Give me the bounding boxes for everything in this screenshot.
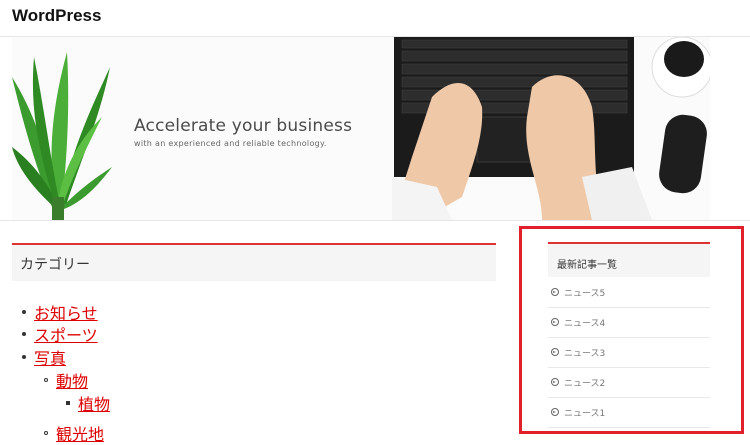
category-heading-box: カテゴリー (12, 243, 496, 281)
bullet-icon (22, 355, 26, 359)
recent-post-item[interactable]: ニュース1 (548, 397, 710, 428)
recent-post-label: ニュース1 (564, 408, 606, 419)
bullet-icon (44, 431, 48, 435)
bullet-icon (44, 378, 48, 382)
recent-post-label: ニュース3 (564, 348, 606, 359)
site-title-link[interactable]: WordPress (12, 6, 101, 26)
recent-posts-widget: 最新記事一覧 ニュース5 ニュース4 ニュース3 ニュース2 ニュース1 (548, 242, 710, 428)
widget-heading-box: 最新記事一覧 (548, 242, 710, 277)
arrow-circle-icon (551, 408, 559, 416)
recent-post-label: ニュース4 (564, 318, 606, 329)
arrow-circle-icon (551, 288, 559, 296)
category-link[interactable]: 動物 (56, 368, 88, 392)
category-item-photo: 写真 (22, 345, 66, 369)
arrow-circle-icon (551, 378, 559, 386)
widget-title: 最新記事一覧 (557, 260, 617, 271)
category-link[interactable]: 観光地 (56, 421, 104, 445)
category-item-plants: 植物 (66, 391, 110, 415)
recent-post-item[interactable]: ニュース2 (548, 367, 710, 398)
category-title: カテゴリー (20, 257, 90, 273)
recent-post-item[interactable]: ニュース4 (548, 307, 710, 338)
category-link[interactable]: お知らせ (34, 300, 98, 324)
recent-post-item[interactable]: ニュース5 (548, 277, 710, 308)
category-item-sightseeing: 観光地 (44, 421, 104, 445)
bullet-icon (22, 310, 26, 314)
hero-title: Accelerate your business (134, 116, 353, 136)
category-item-sports: スポーツ (22, 322, 98, 346)
plant-image (12, 52, 112, 220)
category-link[interactable]: スポーツ (34, 322, 98, 346)
recent-post-item[interactable]: ニュース3 (548, 337, 710, 368)
arrow-circle-icon (551, 348, 559, 356)
category-item-news: お知らせ (22, 300, 98, 324)
bullet-icon (22, 332, 26, 336)
category-item-animals: 動物 (44, 368, 88, 392)
category-link[interactable]: 植物 (78, 391, 110, 415)
hero-divider (0, 220, 750, 221)
hero-banner: Accelerate your business with an experie… (12, 37, 710, 220)
arrow-circle-icon (551, 318, 559, 326)
laptop-hands-image (392, 37, 710, 220)
site-header: WordPress (0, 0, 750, 37)
recent-post-label: ニュース5 (564, 288, 606, 299)
category-link[interactable]: 写真 (34, 345, 66, 369)
hero-subtitle: with an experienced and reliable technol… (134, 139, 327, 148)
recent-post-label: ニュース2 (564, 378, 606, 389)
bullet-icon (66, 401, 70, 405)
